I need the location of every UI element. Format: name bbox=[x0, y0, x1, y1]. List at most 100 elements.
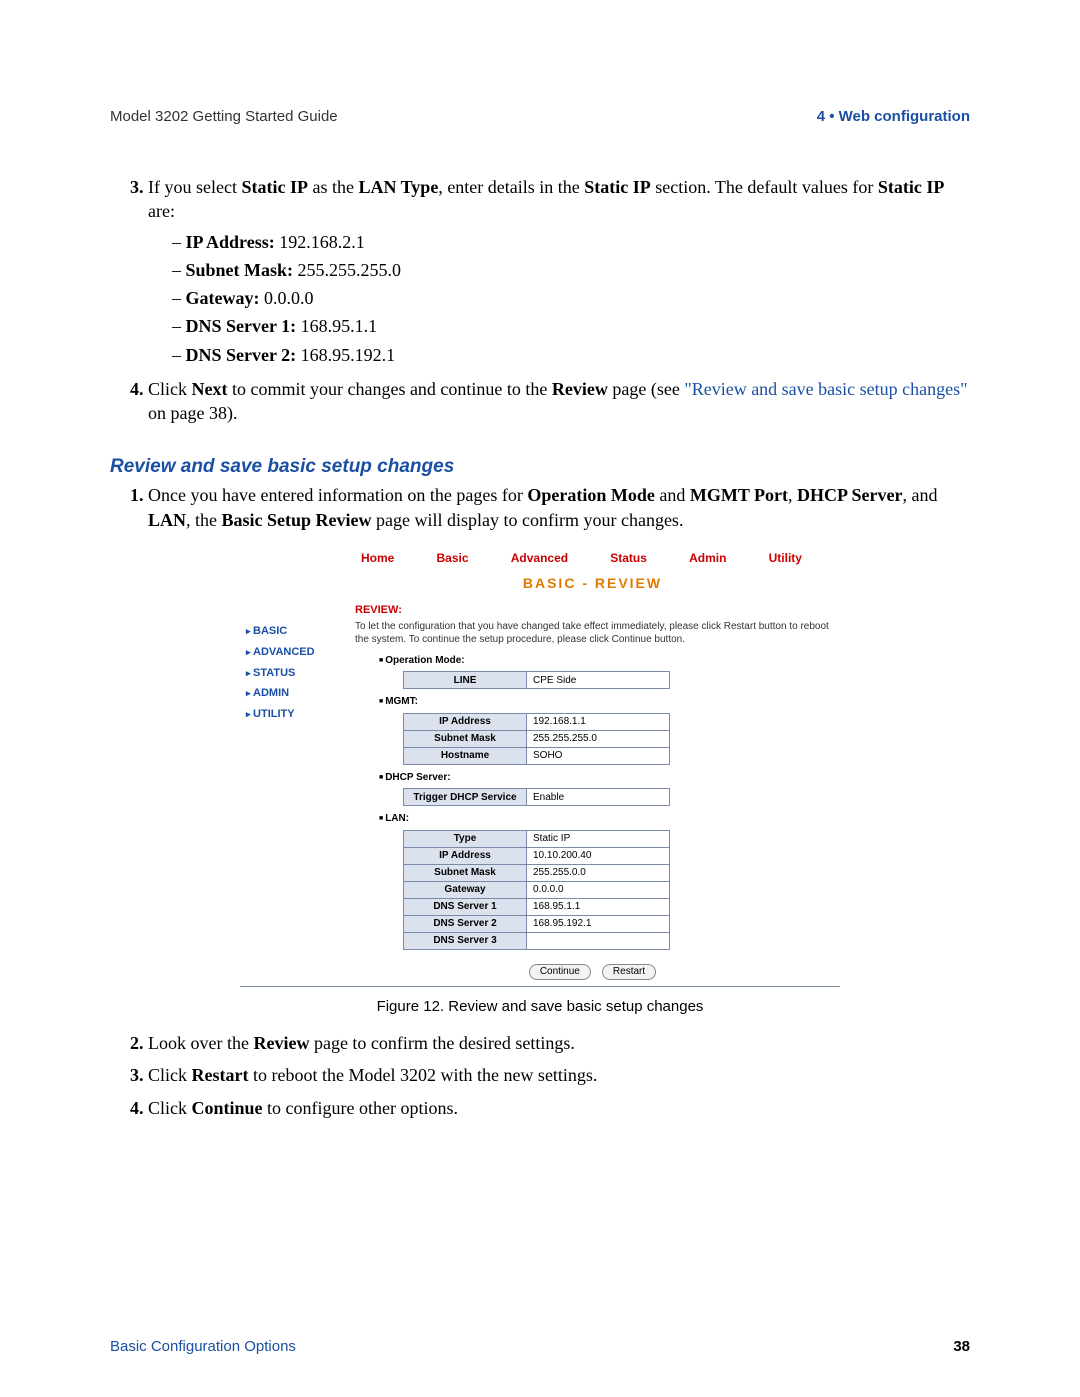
steps-list-c: Look over the Review page to confirm the… bbox=[110, 1031, 970, 1120]
text: page (see bbox=[608, 379, 684, 399]
cell-val: 10.10.200.40 bbox=[527, 847, 670, 864]
review-help: To let the configuration that you have c… bbox=[355, 620, 830, 646]
table-lan: TypeStatic IP IP Address10.10.200.40 Sub… bbox=[403, 830, 670, 950]
text-bold: Review bbox=[552, 379, 608, 399]
text: Click bbox=[148, 379, 192, 399]
block-title-dhcp: DHCP Server: bbox=[379, 771, 830, 785]
label: Subnet Mask: bbox=[186, 260, 294, 280]
ui-main: Home Basic Advanced Status Admin Utility… bbox=[355, 546, 840, 986]
text: on page 38). bbox=[148, 403, 237, 423]
cell-val: 255.255.255.0 bbox=[527, 730, 670, 747]
defaults-list: IP Address: 192.168.2.1 Subnet Mask: 255… bbox=[148, 230, 970, 367]
tab-advanced[interactable]: Advanced bbox=[511, 550, 568, 566]
value: 0.0.0.0 bbox=[259, 288, 313, 308]
text: , and bbox=[902, 485, 937, 505]
text-bold: Basic Setup Review bbox=[222, 510, 372, 530]
text: Look over the bbox=[148, 1033, 253, 1053]
cell-key: Trigger DHCP Service bbox=[404, 789, 527, 806]
text: , the bbox=[186, 510, 222, 530]
sidebar-item-basic[interactable]: BASIC bbox=[246, 624, 355, 639]
cell-key: IP Address bbox=[404, 713, 527, 730]
cell-key: DNS Server 2 bbox=[404, 915, 527, 932]
text: If you select bbox=[148, 177, 241, 197]
page: Model 3202 Getting Started Guide 4 • Web… bbox=[0, 0, 1080, 1397]
tab-admin[interactable]: Admin bbox=[689, 550, 726, 566]
tab-home[interactable]: Home bbox=[361, 550, 394, 566]
step-2b: Look over the Review page to confirm the… bbox=[148, 1031, 970, 1055]
text-bold: DHCP Server bbox=[797, 485, 902, 505]
text: page to confirm the desired settings. bbox=[309, 1033, 574, 1053]
header-left: Model 3202 Getting Started Guide bbox=[110, 108, 338, 125]
restart-button[interactable]: Restart bbox=[602, 964, 656, 980]
cell-val: 168.95.1.1 bbox=[527, 898, 670, 915]
value: 192.168.2.1 bbox=[275, 232, 365, 252]
text-bold: Review bbox=[253, 1033, 309, 1053]
sidebar-item-advanced[interactable]: ADVANCED bbox=[246, 645, 355, 660]
table-row: DNS Server 1168.95.1.1 bbox=[404, 898, 670, 915]
block-title-mgmt: MGMT: bbox=[379, 695, 830, 709]
text-bold: MGMT Port bbox=[690, 485, 788, 505]
figure: BASIC ADVANCED STATUS ADMIN UTILITY Home… bbox=[240, 546, 840, 1017]
text: to commit your changes and continue to t… bbox=[227, 379, 551, 399]
tab-basic[interactable]: Basic bbox=[437, 550, 469, 566]
xref-link[interactable]: "Review and save basic setup changes" bbox=[684, 379, 967, 399]
table-row: DNS Server 2168.95.192.1 bbox=[404, 915, 670, 932]
cell-key: Hostname bbox=[404, 747, 527, 764]
text: Click bbox=[148, 1065, 192, 1085]
continue-button[interactable]: Continue bbox=[529, 964, 591, 980]
steps-list-b: Once you have entered information on the… bbox=[110, 483, 970, 532]
text-bold: Operation Mode bbox=[527, 485, 655, 505]
table-row: Gateway0.0.0.0 bbox=[404, 881, 670, 898]
text-bold: Static IP bbox=[584, 177, 651, 197]
text: Click bbox=[148, 1098, 192, 1118]
text-bold: Continue bbox=[192, 1098, 263, 1118]
cell-key: Type bbox=[404, 830, 527, 847]
block-title-opmode: Operation Mode: bbox=[379, 654, 830, 668]
tab-utility[interactable]: Utility bbox=[769, 550, 802, 566]
text-bold: Restart bbox=[192, 1065, 249, 1085]
block-title-lan: LAN: bbox=[379, 812, 830, 826]
header-right: 4 • Web configuration bbox=[817, 108, 970, 125]
text: Once you have entered information on the… bbox=[148, 485, 527, 505]
table-row: LINECPE Side bbox=[404, 672, 670, 689]
table-row: Subnet Mask255.255.255.0 bbox=[404, 730, 670, 747]
panel-title: BASIC - REVIEW bbox=[355, 574, 830, 593]
footer: Basic Configuration Options 38 bbox=[110, 1338, 970, 1355]
cell-val: CPE Side bbox=[527, 672, 670, 689]
step-4b: Click Continue to configure other option… bbox=[148, 1096, 970, 1120]
step-4: Click Next to commit your changes and co… bbox=[148, 377, 970, 426]
cell-val: SOHO bbox=[527, 747, 670, 764]
sidebar-item-admin[interactable]: ADMIN bbox=[246, 686, 355, 701]
value: 168.95.192.1 bbox=[296, 345, 395, 365]
table-row: DNS Server 3 bbox=[404, 932, 670, 949]
figure-caption: Figure 12. Review and save basic setup c… bbox=[240, 997, 840, 1017]
step-1b: Once you have entered information on the… bbox=[148, 483, 970, 532]
table-opmode: LINECPE Side bbox=[403, 671, 670, 689]
sidebar-item-utility[interactable]: UTILITY bbox=[246, 707, 355, 722]
text-bold: Static IP bbox=[241, 177, 308, 197]
cell-val: 168.95.192.1 bbox=[527, 915, 670, 932]
text-bold: Next bbox=[192, 379, 228, 399]
step-3: If you select Static IP as the LAN Type,… bbox=[148, 175, 970, 367]
cell-key: LINE bbox=[404, 672, 527, 689]
text: , enter details in the bbox=[438, 177, 584, 197]
table-row: IP Address192.168.1.1 bbox=[404, 713, 670, 730]
button-row: Continue Restart bbox=[355, 956, 830, 986]
cell-val: 255.255.0.0 bbox=[527, 864, 670, 881]
step-3b: Click Restart to reboot the Model 3202 w… bbox=[148, 1063, 970, 1087]
cell-val bbox=[527, 932, 670, 949]
embedded-ui: BASIC ADVANCED STATUS ADMIN UTILITY Home… bbox=[240, 546, 840, 987]
cell-key: DNS Server 1 bbox=[404, 898, 527, 915]
text: , bbox=[788, 485, 797, 505]
cell-key: Subnet Mask bbox=[404, 730, 527, 747]
table-row: TypeStatic IP bbox=[404, 830, 670, 847]
list-item: DNS Server 2: 168.95.192.1 bbox=[172, 343, 970, 367]
text-bold: Static IP bbox=[878, 177, 945, 197]
text: page will display to confirm your change… bbox=[372, 510, 684, 530]
text: to reboot the Model 3202 with the new se… bbox=[248, 1065, 597, 1085]
text: section. The default values for bbox=[651, 177, 878, 197]
sidebar-item-status[interactable]: STATUS bbox=[246, 666, 355, 681]
review-label: REVIEW: bbox=[355, 603, 830, 618]
cell-val: 192.168.1.1 bbox=[527, 713, 670, 730]
tab-status[interactable]: Status bbox=[610, 550, 647, 566]
